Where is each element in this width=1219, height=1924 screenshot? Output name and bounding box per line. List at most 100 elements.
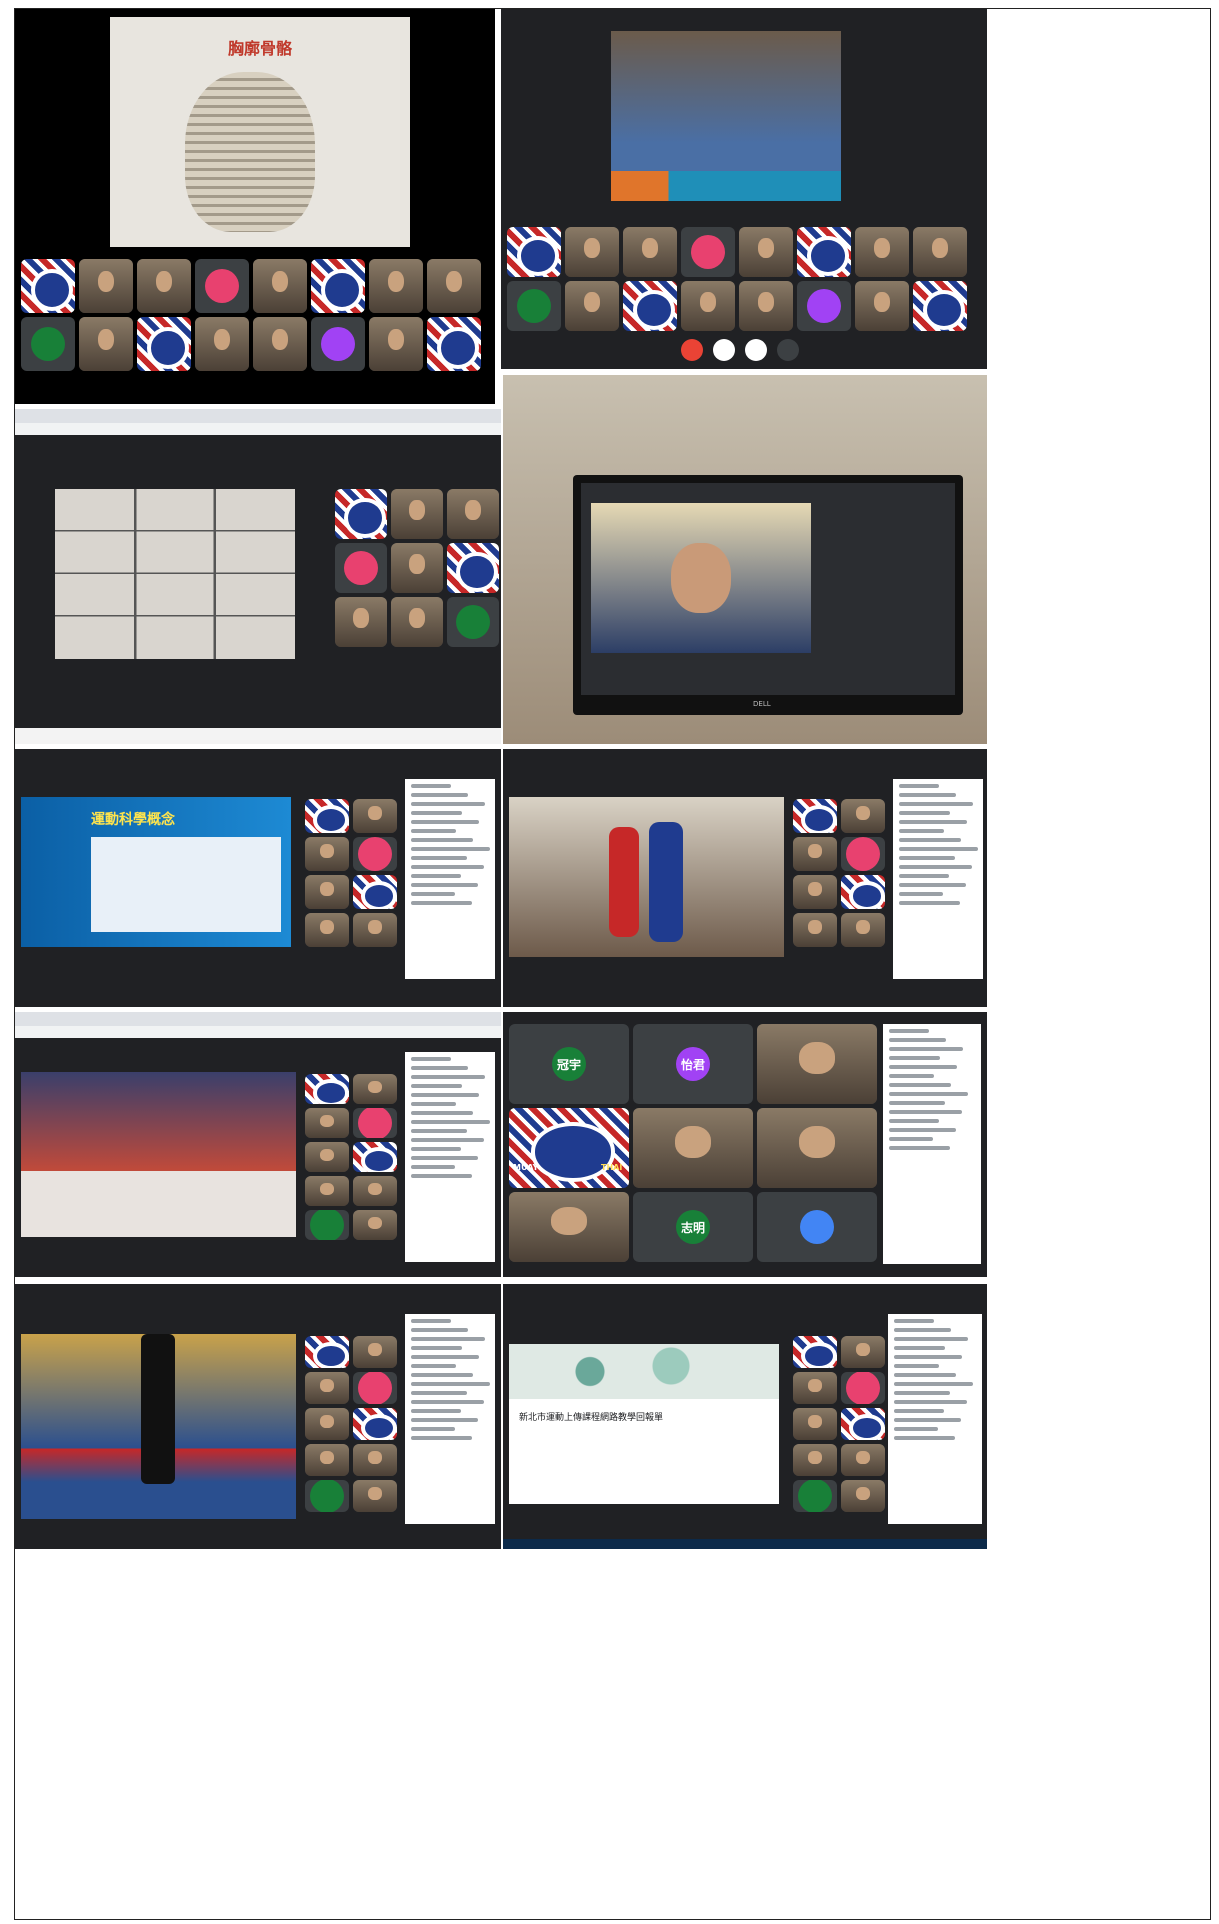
participant-tile — [21, 259, 75, 313]
participant-tile — [353, 1210, 397, 1240]
avatar: 冠宇 — [552, 1047, 586, 1081]
monitor-brand: DELL — [753, 700, 771, 708]
chat-message-line — [899, 793, 956, 797]
panel-padwork-meeting — [15, 1012, 501, 1277]
panel-table-slide-meeting — [15, 409, 501, 744]
chat-message-line — [411, 784, 451, 788]
chat-message-line — [411, 1346, 462, 1350]
chat-message-line — [411, 1174, 472, 1178]
participant-tile — [21, 317, 75, 371]
chat-message-line — [411, 901, 472, 905]
chat-message-line — [411, 1418, 478, 1422]
tile-video-4 — [509, 1192, 629, 1262]
chat-message-line — [894, 1436, 955, 1440]
participant-tile — [841, 875, 885, 909]
chat-message-line — [411, 1328, 468, 1332]
participant-tile — [353, 799, 397, 833]
participant-tile — [305, 799, 349, 833]
participant-tile — [353, 1444, 397, 1476]
more-icon[interactable] — [777, 339, 799, 361]
chat-message-line — [411, 1102, 456, 1106]
panel-ring-meeting — [503, 749, 987, 1007]
participant-tile — [681, 227, 735, 277]
avatar — [344, 551, 378, 585]
tile-avatar-3: 志明 — [633, 1192, 753, 1262]
participant-tile — [797, 227, 851, 277]
chat-message-line — [889, 1146, 950, 1150]
camera-icon[interactable] — [745, 339, 767, 361]
avatar — [205, 269, 239, 303]
participant-tile — [739, 281, 793, 331]
screenshot-collage: 胸廓骨骼 DELL 運動科學概念 冠宇 怡君 MUAY THAI 志明 新北市運… — [14, 8, 1211, 1920]
chat-message-line — [889, 1092, 968, 1096]
chat-message-line — [411, 1165, 455, 1169]
slide-anatomy: 胸廓骨骼 — [110, 17, 410, 247]
chat-message-line — [899, 856, 955, 860]
chat-message-line — [894, 1418, 961, 1422]
chat-message-line — [411, 892, 455, 896]
instructor-video — [591, 503, 811, 653]
chat-message-line — [894, 1355, 962, 1359]
chat-message-line — [411, 1120, 490, 1124]
participant-tile — [841, 799, 885, 833]
tile-video-2 — [633, 1108, 753, 1188]
chat-message-line — [899, 892, 943, 896]
browser-url-bar[interactable] — [15, 423, 501, 435]
participant-tile — [793, 913, 837, 947]
participant-tile — [855, 281, 909, 331]
chat-message-line — [411, 1093, 479, 1097]
chat-message-line — [894, 1328, 951, 1332]
shared-video-ring — [509, 797, 784, 957]
browser-url-bar[interactable] — [15, 1026, 501, 1038]
participant-tile — [253, 317, 307, 371]
participant-tile — [793, 1480, 837, 1512]
chat-message-line — [899, 820, 967, 824]
tile-avatar-4 — [757, 1192, 877, 1262]
form-title: 新北市運動上傳課程網路教學回報單 — [519, 1413, 664, 1423]
browser-tab-bar — [15, 1012, 501, 1026]
chat-message-line — [894, 1337, 968, 1341]
chat-message-line — [894, 1391, 950, 1395]
chat-message-line — [889, 1083, 951, 1087]
chat-message-line — [411, 1057, 451, 1061]
mic-icon[interactable] — [713, 339, 735, 361]
tile-video-1 — [757, 1024, 877, 1104]
shared-form: 新北市運動上傳課程網路教學回報單 — [509, 1344, 779, 1504]
chat-message-line — [889, 1137, 933, 1141]
participant-tile — [305, 837, 349, 871]
panel-training-slide-meeting: 運動科學概念 — [15, 749, 501, 1007]
chat-message-line — [411, 838, 473, 842]
avatar — [310, 1480, 344, 1512]
participant-tile — [565, 281, 619, 331]
participant-tile — [391, 597, 443, 647]
avatar — [310, 1210, 344, 1240]
chat-message-line — [899, 847, 978, 851]
chat-message-line — [411, 811, 462, 815]
participant-tile — [311, 259, 365, 313]
participant-tile — [841, 1372, 885, 1404]
chat-message-line — [889, 1101, 945, 1105]
chat-message-line — [411, 847, 490, 851]
chat-message-line — [894, 1382, 973, 1386]
participant-tile — [739, 227, 793, 277]
panel-sparring-meeting — [501, 9, 987, 369]
chat-message-line — [411, 1075, 485, 1079]
chat-message-line — [411, 820, 479, 824]
chat-message-line — [411, 874, 461, 878]
slide-title-training: 運動科學概念 — [91, 812, 175, 828]
avatar — [358, 1372, 392, 1404]
chat-message-line — [411, 856, 467, 860]
chat-message-line — [411, 1436, 472, 1440]
participant-tile — [841, 913, 885, 947]
end-call-icon[interactable] — [681, 339, 703, 361]
chat-message-line — [411, 1066, 468, 1070]
chat-message-line — [899, 901, 960, 905]
chat-message-line — [889, 1029, 929, 1033]
participant-tile — [841, 1336, 885, 1368]
chat-message-line — [894, 1319, 934, 1323]
chat-message-line — [899, 829, 944, 833]
chat-message-line — [889, 1065, 957, 1069]
avatar — [846, 1372, 880, 1404]
participant-tile — [447, 489, 499, 539]
participant-tile — [305, 1480, 349, 1512]
